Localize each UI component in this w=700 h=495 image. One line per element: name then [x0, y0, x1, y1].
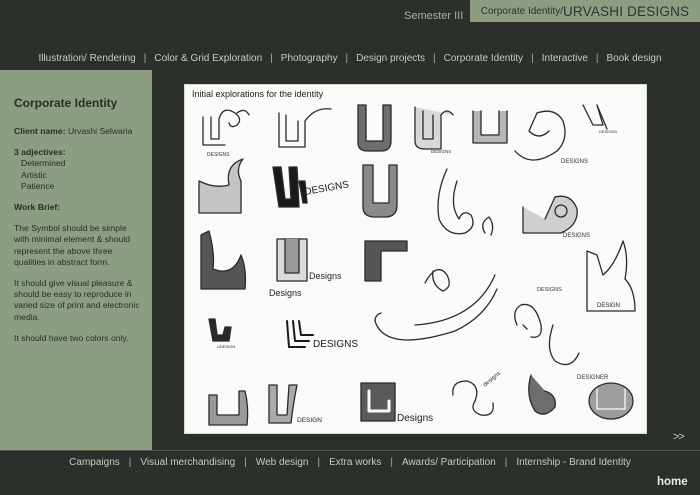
adjective-item: Patience — [21, 180, 55, 191]
sketch-text: DESIGNS — [431, 149, 451, 154]
sketch-text: DESIGN — [597, 303, 620, 309]
sketch-u-block-light — [208, 390, 249, 426]
nav-design-projects[interactable]: Design projects — [356, 53, 425, 64]
sketch-u-hook — [364, 240, 408, 282]
nav-separator: | — [244, 457, 247, 468]
nav-separator: | — [270, 53, 273, 64]
nav-color-grid[interactable]: Color & Grid Exploration — [154, 53, 262, 64]
sketch-text: DESIGNS — [207, 152, 230, 158]
nav-book-design[interactable]: Book design — [607, 53, 662, 64]
sketch-u-swoosh: DESIGNS — [514, 110, 588, 165]
nav-extra-works[interactable]: Extra works — [329, 457, 381, 468]
sketch-u-shaded — [357, 104, 392, 152]
nav-interactive[interactable]: Interactive — [542, 53, 588, 64]
nav-internship[interactable]: Internship - Brand Identity — [516, 457, 631, 468]
sketch-text: Designs — [269, 288, 302, 298]
sketch-u-gradient — [362, 164, 398, 218]
sketch-text: designs — [482, 371, 502, 389]
logo-sketches: DESIGNS DESIGNS DESIGNS DESIGNS DESIGNS … — [198, 104, 636, 426]
semester-label: Semester III — [404, 10, 464, 22]
sketch-u-small-stripe: UDESIGN — [208, 318, 235, 349]
sketch-u-pencil — [528, 374, 556, 415]
nav-campaigns[interactable]: Campaigns — [69, 457, 120, 468]
sketch-u-round-seal — [588, 382, 634, 420]
nav-separator: | — [390, 457, 393, 468]
nav-corporate-identity[interactable]: Corporate Identity — [444, 53, 524, 64]
sketch-u-square: Designs Designs — [269, 238, 342, 298]
brief-paragraph: It should have two colors only. — [14, 332, 129, 343]
sketch-text: DESIGNS — [537, 287, 562, 293]
sidebar-heading: Corporate Identity — [14, 96, 118, 110]
sketch-text: DESIGNS — [313, 339, 358, 350]
nav-separator: | — [531, 53, 534, 64]
nav-photography[interactable]: Photography — [281, 53, 338, 64]
footer-divider — [0, 450, 700, 451]
nav-separator: | — [345, 53, 349, 64]
sketch-flame-dark — [200, 230, 247, 290]
page-title-tab: Corporate Identity/ URVASHI DESIGNS — [470, 0, 700, 22]
top-nav: Illustration/ Rendering | Color & Grid E… — [0, 53, 700, 64]
sketch-u-design: DESIGN — [268, 384, 322, 424]
brief-label: Work Brief: — [14, 202, 61, 213]
nav-awards[interactable]: Awards/ Participation — [402, 457, 496, 468]
nav-separator: | — [504, 457, 508, 468]
sketch-u-tall-swash: DESIGN — [586, 240, 636, 312]
client-label: Client name: — [14, 126, 66, 136]
bottom-nav: Campaigns | Visual merchandising | Web d… — [0, 457, 700, 468]
sketch-text: DESIGNS — [304, 179, 351, 198]
sketch-u-curl — [278, 108, 332, 148]
sketch-text: DESIGNS — [599, 129, 617, 134]
sketch-text: DESIGNS — [561, 159, 588, 165]
nav-web-design[interactable]: Web design — [256, 457, 309, 468]
sketch-text: DESIGN — [297, 417, 322, 424]
adjective-item: Determined — [21, 158, 66, 169]
client-name: Client name: Urvashi Selwaria — [14, 126, 142, 137]
sketch-u-slant: DESIGNS — [582, 104, 617, 134]
sketch-u-script: designs — [452, 371, 502, 416]
sketch-text: DESIGNS — [563, 233, 590, 239]
adjective-item: Artistic — [21, 169, 47, 180]
sketch-u-circle: DESIGNS — [522, 195, 590, 239]
sketch-u-tall: DESIGNS — [414, 106, 454, 154]
nav-illustration[interactable]: Illustration/ Rendering — [38, 53, 135, 64]
nav-separator: | — [433, 53, 436, 64]
sketch-text: DESIGNER — [577, 375, 609, 381]
sketch-text: Designs — [397, 413, 433, 424]
sketch-board: Initial explorations for the identity DE… — [185, 85, 646, 433]
nav-separator: | — [128, 457, 132, 468]
sketch-u-box-swirl: Designs — [360, 382, 433, 424]
sketch-u-block — [472, 110, 508, 144]
sketch-text: Designs — [309, 271, 342, 281]
nav-separator: | — [595, 53, 599, 64]
brief-paragraph: It should give visual pleasure & should … — [14, 278, 140, 322]
project-sidebar: Corporate Identity Client name: Urvashi … — [0, 70, 152, 450]
home-link[interactable]: home — [657, 476, 688, 488]
brief-paragraph: The Symbol should be simple with minimal… — [14, 223, 131, 267]
sketch-text: UDESIGN — [217, 344, 235, 349]
adjectives-label: 3 adjectives: — [14, 147, 66, 158]
sketch-u-wave — [374, 268, 498, 341]
sketch-u-outline-loop: DESIGNER — [548, 324, 609, 381]
sketch-u-loop: DESIGNS — [514, 287, 562, 338]
sketch-u-multi-stripe: DESIGNS — [286, 320, 358, 350]
client-value: Urvashi Selwaria — [65, 126, 133, 136]
title-name: URVASHI DESIGNS — [562, 3, 690, 19]
nav-visual-merchandising[interactable]: Visual merchandising — [140, 457, 235, 468]
nav-separator: | — [143, 53, 147, 64]
title-prefix: Corporate Identity/ — [480, 5, 563, 17]
next-page-arrows[interactable]: >> — [673, 431, 685, 443]
sketch-u-swirl: DESIGNS — [202, 109, 250, 158]
sketch-u-striped: DESIGNS — [272, 166, 351, 208]
sketch-flame-block — [198, 158, 244, 214]
nav-separator: | — [317, 457, 321, 468]
sketch-flame-outline — [437, 168, 494, 236]
